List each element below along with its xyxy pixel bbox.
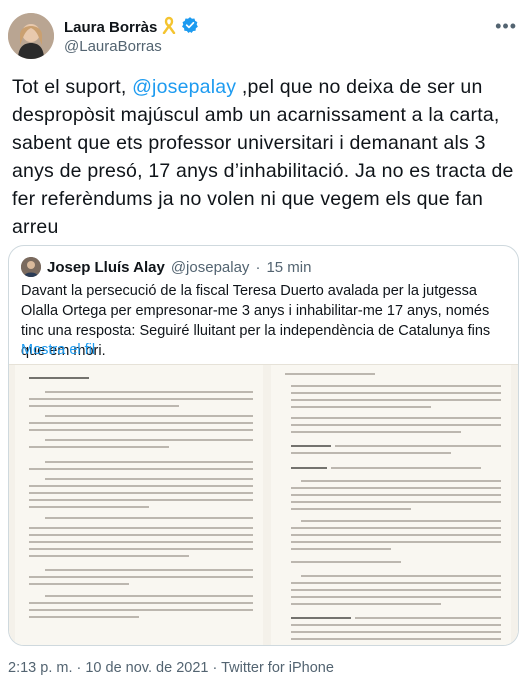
yellow-ribbon-icon [162, 16, 176, 39]
author-avatar[interactable] [8, 13, 54, 59]
tweet-text: Tot el suport, @josepalay ,pel que no de… [12, 73, 522, 241]
more-options-icon[interactable]: ••• [495, 16, 517, 37]
document-page-right [271, 365, 511, 645]
author-handle[interactable]: @LauraBorras [64, 38, 162, 55]
author-name[interactable]: Laura Borràs [64, 19, 157, 36]
tweet-text-part: ,pel que no deixa de ser un despropòsit … [12, 76, 514, 238]
show-thread-link[interactable]: Mostra el fil [21, 342, 95, 358]
mention-link[interactable]: @josepalay [132, 76, 236, 98]
court-document-image[interactable] [9, 364, 518, 645]
meta-separator: · [255, 258, 261, 276]
quoted-author-avatar [21, 257, 41, 277]
quoted-tweet-age: 15 min [266, 258, 312, 276]
tweet-timestamp[interactable]: 2:13 p. m. · 10 de nov. de 2021 · Twitte… [8, 660, 334, 676]
quoted-tweet[interactable]: Josep Lluís Alay @josepalay · 15 min Dav… [8, 245, 519, 646]
verified-badge-icon [181, 16, 199, 39]
tweet-header: Laura Borràs @LauraBorras ••• [0, 0, 531, 70]
document-page-left [15, 365, 263, 645]
tweet-text-part: Tot el suport, [12, 76, 133, 98]
quoted-author-name[interactable]: Josep Lluís Alay [47, 259, 165, 276]
quoted-author-handle[interactable]: @josepalay [171, 259, 250, 276]
